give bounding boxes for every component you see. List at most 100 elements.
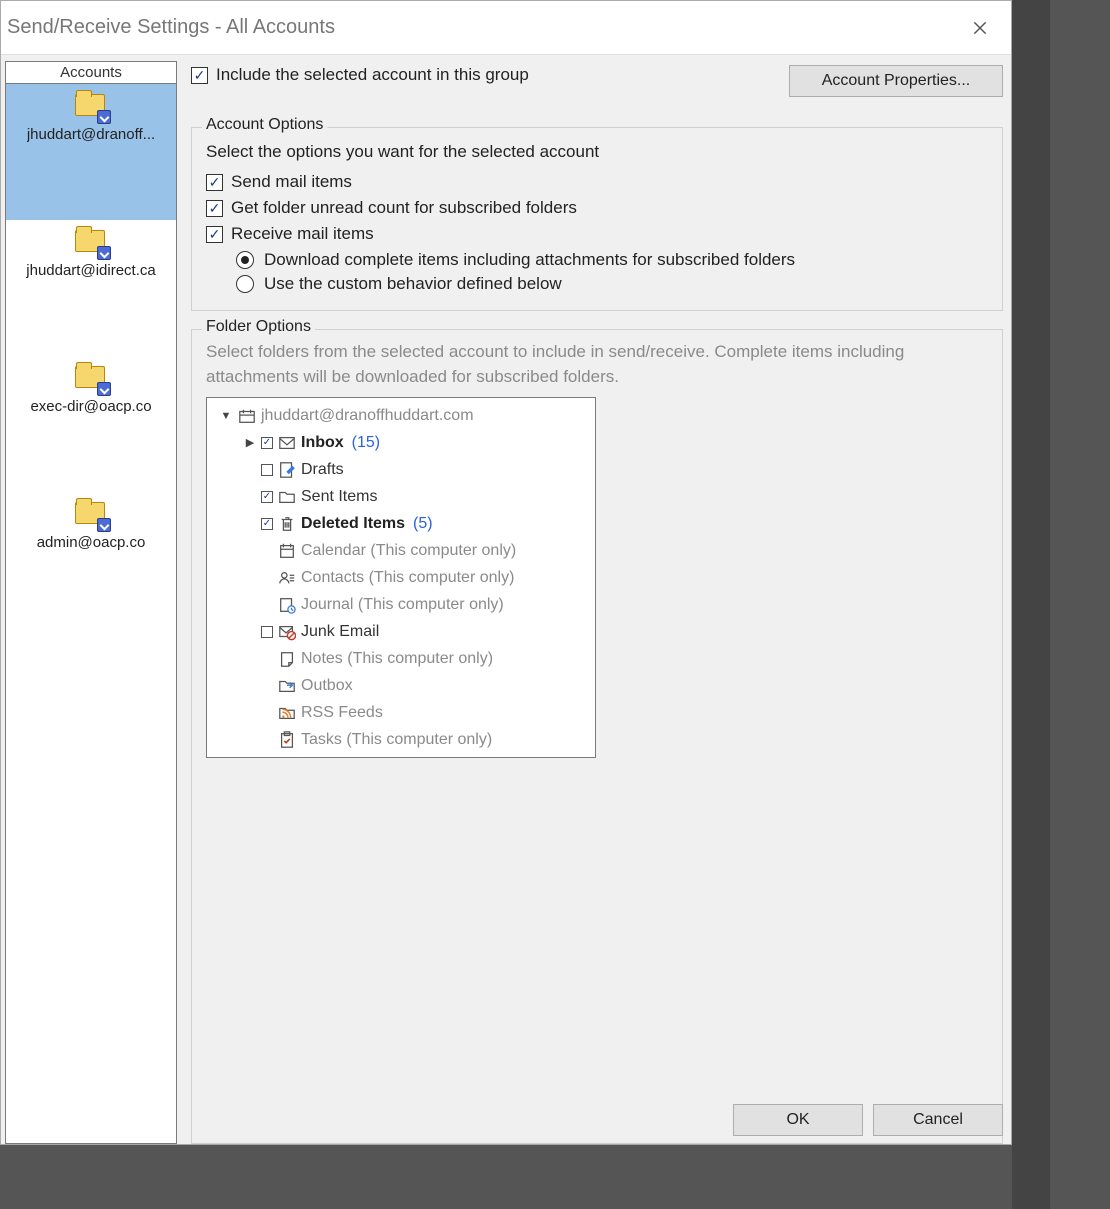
tree-item[interactable]: Tasks (This computer only): [207, 726, 595, 753]
folder-icon: [277, 488, 297, 506]
tree-item-label: Calendar (This computer only): [301, 542, 516, 560]
tree-item-label: Contacts (This computer only): [301, 569, 514, 587]
send-mail-checkbox[interactable]: ✓ Send mail items: [206, 172, 988, 192]
tree-item-label: Deleted Items: [301, 515, 405, 533]
custom-behavior-label: Use the custom behavior defined below: [264, 274, 562, 294]
account-properties-button[interactable]: Account Properties...: [789, 65, 1003, 97]
folder-checkbox[interactable]: [261, 464, 273, 476]
download-complete-label: Download complete items including attach…: [264, 250, 795, 270]
close-button[interactable]: [957, 12, 1003, 44]
tree-item[interactable]: Drafts: [207, 456, 595, 483]
account-folder-icon: [73, 228, 109, 258]
download-complete-radio[interactable]: Download complete items including attach…: [236, 250, 988, 270]
mail-icon: [277, 434, 297, 452]
store-icon: [237, 407, 257, 425]
account-options-description: Select the options you want for the sele…: [206, 142, 988, 162]
checkbox-icon: ✓: [206, 200, 223, 217]
tree-item[interactable]: Outbox: [207, 672, 595, 699]
calendar-icon: [277, 542, 297, 560]
send-mail-label: Send mail items: [231, 172, 352, 192]
account-label: admin@oacp.co: [37, 534, 146, 551]
folder-options-description: Select folders from the selected account…: [206, 340, 988, 389]
dialog-button-bar: OK Cancel: [733, 1104, 1003, 1136]
ok-button[interactable]: OK: [733, 1104, 863, 1136]
dialog-body: Accounts jhuddart@dranoff... jhuddart@idi…: [1, 55, 1011, 1144]
close-icon: [971, 19, 989, 37]
tree-item-count: (5): [413, 515, 433, 533]
chevron-down-icon[interactable]: ▼: [219, 410, 233, 422]
tree-item-label: Inbox: [301, 434, 344, 452]
content-panel: ✓ Include the selected account in this g…: [177, 55, 1011, 1144]
checkbox-icon: ✓: [206, 174, 223, 191]
tree-item-label: Tasks (This computer only): [301, 731, 492, 749]
account-folder-icon: [73, 500, 109, 530]
account-item[interactable]: admin@oacp.co: [6, 492, 176, 628]
checkbox-icon: ✓: [191, 67, 208, 84]
tree-item-label: RSS Feeds: [301, 704, 383, 722]
window-title: Send/Receive Settings - All Accounts: [7, 16, 957, 39]
tree-item-label: Outbox: [301, 677, 353, 695]
tree-item[interactable]: Journal (This computer only): [207, 591, 595, 618]
chevron-right-icon[interactable]: ▶: [243, 436, 257, 449]
tree-item-count: (15): [352, 434, 380, 452]
tree-item-label: Junk Email: [301, 623, 379, 641]
radio-icon: [236, 251, 254, 269]
account-label: exec-dir@oacp.co: [30, 398, 151, 415]
rss-icon: [277, 704, 297, 722]
include-account-checkbox[interactable]: ✓ Include the selected account in this g…: [191, 65, 529, 85]
folder-checkbox[interactable]: ✓: [261, 437, 273, 449]
top-row: ✓ Include the selected account in this g…: [191, 65, 1003, 109]
tree-item-label: Sent Items: [301, 488, 377, 506]
account-options-title: Account Options: [202, 116, 327, 134]
checkbox-icon: ✓: [206, 226, 223, 243]
titlebar: Send/Receive Settings - All Accounts: [1, 1, 1011, 55]
tree-item[interactable]: Calendar (This computer only): [207, 537, 595, 564]
account-item[interactable]: exec-dir@oacp.co: [6, 356, 176, 492]
account-options-group: Account Options Select the options you w…: [191, 127, 1003, 311]
draft-icon: [277, 461, 297, 479]
tree-item-label: Journal (This computer only): [301, 596, 504, 614]
background-strip: [1012, 0, 1050, 1209]
folder-options-group: Folder Options Select folders from the s…: [191, 329, 1003, 1144]
junk-icon: [277, 623, 297, 641]
trash-icon: [277, 515, 297, 533]
outbox-icon: [277, 677, 297, 695]
include-account-label: Include the selected account in this gro…: [216, 65, 529, 85]
tree-item[interactable]: RSS Feeds: [207, 699, 595, 726]
tree-item-label: Drafts: [301, 461, 344, 479]
tree-root[interactable]: ▼ jhuddart@dranoffhuddart.com: [207, 402, 595, 429]
tree-item[interactable]: Junk Email: [207, 618, 595, 645]
tree-item-label: Notes (This computer only): [301, 650, 493, 668]
folder-checkbox[interactable]: ✓: [261, 518, 273, 530]
journal-icon: [277, 596, 297, 614]
tree-item[interactable]: ✓ Sent Items: [207, 483, 595, 510]
folder-options-title: Folder Options: [202, 318, 315, 336]
account-folder-icon: [73, 364, 109, 394]
folder-checkbox[interactable]: [261, 626, 273, 638]
account-label: jhuddart@dranoff...: [27, 126, 155, 143]
cancel-button[interactable]: Cancel: [873, 1104, 1003, 1136]
receive-mail-checkbox[interactable]: ✓ Receive mail items: [206, 224, 988, 244]
folder-unread-checkbox[interactable]: ✓ Get folder unread count for subscribed…: [206, 198, 988, 218]
account-item[interactable]: jhuddart@dranoff...: [6, 84, 176, 220]
tree-item[interactable]: ✓ Deleted Items (5): [207, 510, 595, 537]
custom-behavior-radio[interactable]: Use the custom behavior defined below: [236, 274, 988, 294]
folder-unread-label: Get folder unread count for subscribed f…: [231, 198, 577, 218]
folder-checkbox[interactable]: ✓: [261, 491, 273, 503]
account-item[interactable]: jhuddart@idirect.ca: [6, 220, 176, 356]
tree-item[interactable]: ▶ ✓ Inbox (15): [207, 429, 595, 456]
tree-root-label: jhuddart@dranoffhuddart.com: [261, 407, 474, 425]
folder-tree[interactable]: ▼ jhuddart@dranoffhuddart.com ▶ ✓ Inbox (15) D…: [206, 397, 596, 758]
tasks-icon: [277, 731, 297, 749]
account-folder-icon: [73, 92, 109, 122]
tree-item[interactable]: Notes (This computer only): [207, 645, 595, 672]
account-label: jhuddart@idirect.ca: [26, 262, 155, 279]
receive-mail-label: Receive mail items: [231, 224, 374, 244]
note-icon: [277, 650, 297, 668]
accounts-panel: Accounts jhuddart@dranoff... jhuddart@idi…: [5, 61, 177, 1144]
radio-icon: [236, 275, 254, 293]
tree-item[interactable]: Contacts (This computer only): [207, 564, 595, 591]
accounts-header: Accounts: [5, 61, 177, 83]
accounts-list: jhuddart@dranoff... jhuddart@idirect.ca ex…: [5, 83, 177, 1144]
send-receive-settings-dialog: Send/Receive Settings - All Accounts Acc…: [0, 0, 1012, 1145]
